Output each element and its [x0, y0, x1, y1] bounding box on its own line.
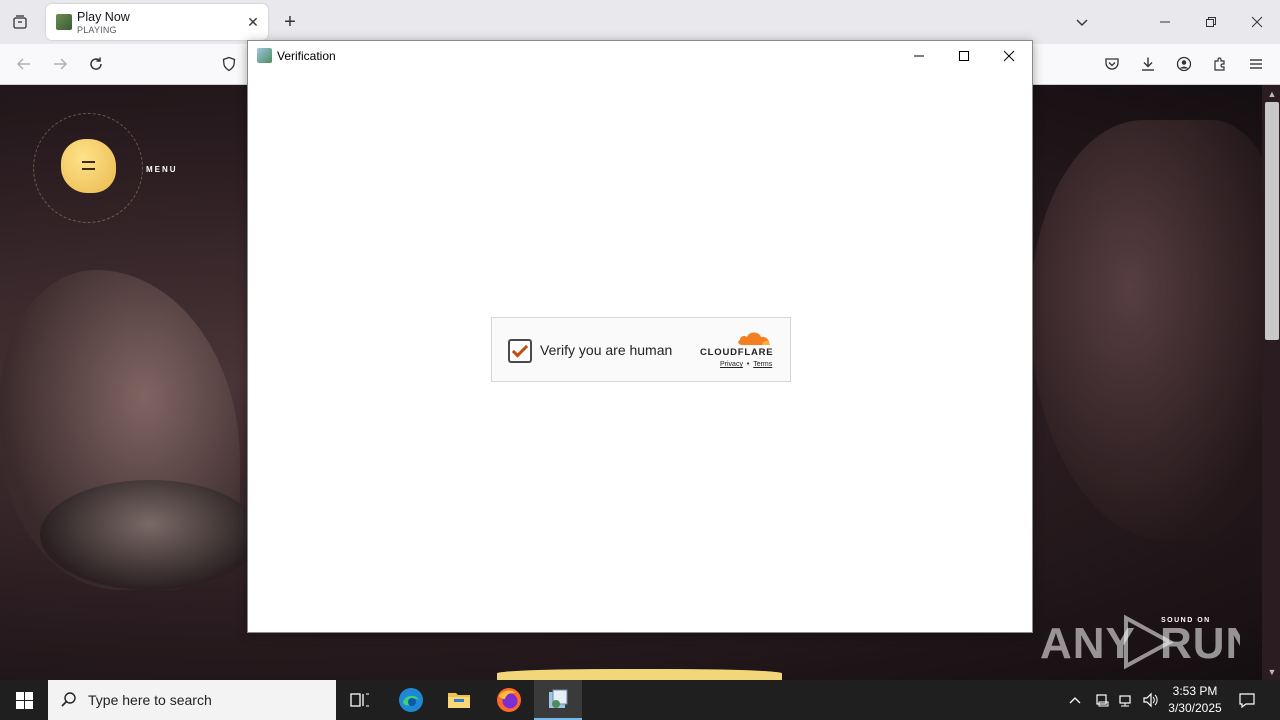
clock-date: 3/30/2025 — [1168, 701, 1222, 715]
terms-link[interactable]: Terms — [753, 361, 772, 368]
tab-subtitle: PLAYING — [77, 25, 117, 35]
scroll-thumb[interactable] — [1265, 102, 1279, 340]
svg-text:RUN: RUN — [1160, 619, 1240, 668]
firefox-icon[interactable] — [485, 680, 533, 720]
shield-icon[interactable] — [215, 50, 243, 78]
dialog-close-icon[interactable] — [986, 41, 1032, 71]
defender-icon[interactable] — [1094, 680, 1110, 720]
svg-text:ANY: ANY — [1040, 619, 1136, 668]
search-icon — [61, 692, 76, 707]
hamburger-menu-icon[interactable] — [1242, 50, 1270, 78]
taskbar: Type here to search 3:53 PM 3/30/2025 — [0, 680, 1280, 720]
captcha-label: Verify you are human — [540, 342, 673, 358]
dark-creature-figure — [1030, 120, 1280, 540]
download-icon[interactable] — [1134, 50, 1162, 78]
cloudflare-logo-text: CLOUDFLARE — [700, 347, 774, 358]
restore-icon[interactable] — [1197, 8, 1225, 36]
anyrun-logo-icon: ANY RUN — [1040, 614, 1240, 670]
privacy-link[interactable]: Privacy — [720, 361, 743, 368]
play-button-edge[interactable] — [497, 669, 782, 680]
anyrun-watermark: ANY RUN — [1040, 610, 1240, 670]
verify-checkbox[interactable] — [508, 339, 532, 363]
tab-close-icon[interactable]: ✕ — [244, 13, 262, 31]
cloudflare-cloud-icon — [738, 332, 770, 345]
network-icon[interactable] — [1118, 680, 1134, 720]
extensions-icon[interactable] — [1206, 50, 1234, 78]
search-placeholder: Type here to search — [88, 692, 212, 708]
taskbar-clock[interactable]: 3:53 PM 3/30/2025 — [1164, 683, 1226, 717]
volume-icon[interactable] — [1142, 680, 1160, 720]
tab-favicon-icon — [56, 14, 72, 30]
back-icon[interactable] — [10, 50, 38, 78]
notifications-icon[interactable] — [1238, 680, 1256, 720]
captcha-links: Privacy • Terms — [720, 361, 772, 368]
verification-app-taskbar-icon[interactable] — [534, 680, 582, 720]
menu-label: MENU — [146, 165, 178, 174]
menu-button[interactable] — [61, 139, 116, 193]
minimize-icon[interactable] — [1151, 8, 1179, 36]
tab-play-now[interactable]: Play Now PLAYING ✕ — [46, 4, 268, 40]
tab-title: Play Now — [77, 10, 130, 24]
links-separator: • — [746, 361, 750, 368]
dialog-minimize-icon[interactable] — [896, 41, 942, 71]
clock-time: 3:53 PM — [1172, 684, 1218, 698]
scroll-down-icon[interactable]: ▼ — [1265, 665, 1279, 679]
tray-overflow-icon[interactable] — [1068, 680, 1082, 720]
scroll-up-icon[interactable]: ▲ — [1265, 87, 1279, 101]
app-icon — [257, 48, 272, 63]
windows-logo-icon — [15, 691, 33, 709]
file-explorer-icon[interactable] — [435, 680, 483, 720]
start-button[interactable] — [0, 680, 48, 720]
captcha-widget: Verify you are human CLOUDFLARE Privacy … — [491, 317, 791, 382]
chevron-down-icon[interactable] — [1068, 8, 1096, 36]
tab-list-icon[interactable] — [6, 8, 34, 36]
menu-bars-icon — [82, 161, 95, 170]
forward-icon[interactable] — [46, 50, 74, 78]
account-icon[interactable] — [1170, 50, 1198, 78]
taskbar-search[interactable]: Type here to search — [48, 680, 336, 720]
window-title: Verification — [277, 49, 336, 63]
edge-icon[interactable] — [387, 680, 435, 720]
checkmark-icon — [511, 341, 529, 358]
dialog-maximize-icon[interactable] — [941, 41, 987, 71]
close-window-icon[interactable] — [1243, 8, 1271, 36]
task-view-icon[interactable] — [336, 680, 384, 720]
tab-strip: Play Now PLAYING ✕ + — [0, 0, 1280, 44]
pocket-icon[interactable] — [1098, 50, 1126, 78]
verification-window: Verification Verify you are human CLOUDF… — [247, 40, 1033, 633]
new-tab-button[interactable]: + — [276, 8, 304, 36]
coins-pile-figure — [40, 480, 260, 590]
reload-icon[interactable] — [82, 50, 110, 78]
